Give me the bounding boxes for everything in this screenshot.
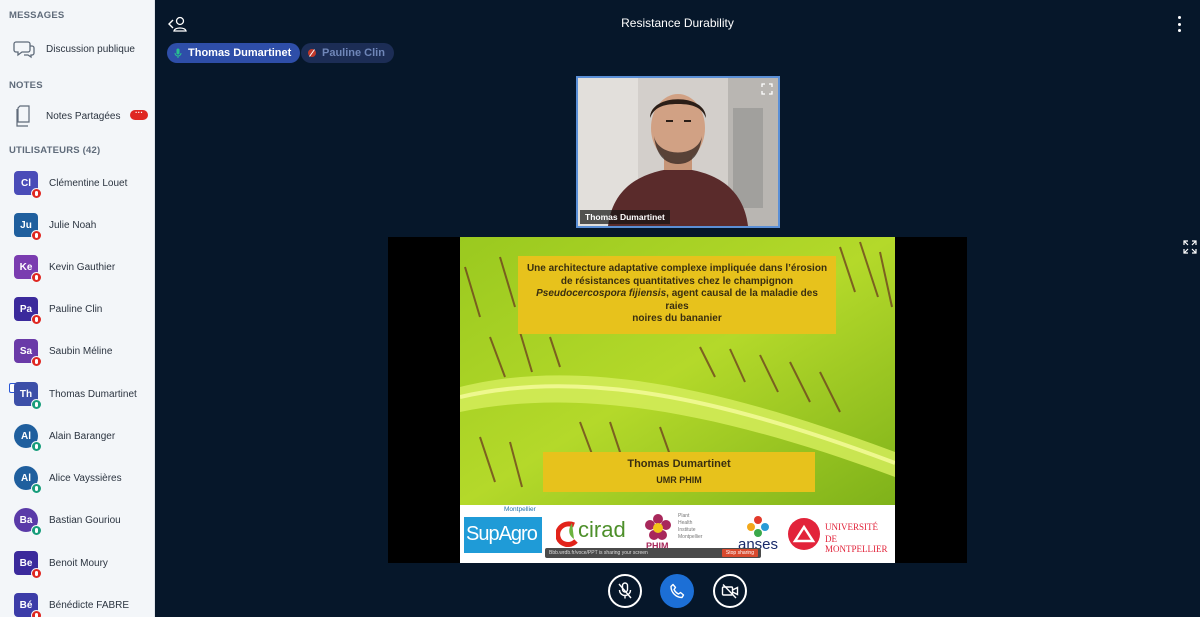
user-list-item[interactable]: Ke Kevin Gauthier [0,246,154,288]
talker-name: Thomas Dumartinet [188,47,292,59]
avatar: Ke [14,255,42,283]
supagro-logo: Montpellier SupAgro [464,506,542,553]
slide: Une architecture adaptative complexe imp… [460,237,895,563]
mic-icon [31,525,42,536]
header: Resistance Durability [155,0,1200,48]
user-list-item[interactable]: Al Alain Baranger [0,415,154,457]
talker-indicator-active[interactable]: Thomas Dumartinet [167,43,301,63]
user-name: Thomas Dumartinet [49,388,137,400]
muted-mic-icon [307,49,316,58]
avatar: Cl [14,171,42,199]
chat-icon [12,37,36,61]
user-name: Kevin Gauthier [49,261,116,273]
avatar: Al [14,424,42,452]
muted-mic-icon [31,272,42,283]
muted-mic-icon [31,314,42,325]
sharing-text: Bbb.wrdb.fr/voce/PPT is sharing your scr… [549,550,648,556]
slide-author-box: Thomas Dumartinet UMR PHIM [543,452,815,492]
messages-title: MESSAGES [9,10,65,21]
presentation-fullscreen-icon[interactable] [1183,240,1197,254]
user-name: Bastian Gouriou [49,514,121,526]
user-list-item[interactable]: Ba Bastian Gouriou [0,499,154,541]
user-name: Benoit Moury [49,557,108,569]
users-title: UTILISATEURS (42) [9,145,101,156]
camera-button[interactable] [713,574,747,608]
slide-affiliation: UMR PHIM [656,475,702,485]
mic-icon [173,48,182,58]
notes-icon [12,104,36,128]
user-list-item[interactable]: Bé Bénédicte FABRE [0,584,154,617]
audio-button[interactable] [660,574,694,608]
meeting-title: Resistance Durability [621,16,734,30]
user-list-item[interactable]: Th Thomas Dumartinet [0,373,154,415]
camera-off-icon [721,584,739,599]
slide-title-line2: de résistances quantitatives chez le cha… [560,275,794,287]
public-chat-label: Discussion publique [46,43,135,55]
muted-mic-icon [31,230,42,241]
fullscreen-icon[interactable] [761,83,773,95]
mic-off-icon [618,582,632,599]
avatar: Ju [14,213,42,241]
user-name: Pauline Clin [49,303,103,315]
presenter-video-feed [578,78,778,226]
mic-icon [31,441,42,452]
avatar: Ba [14,508,42,536]
avatar: Sa [14,339,42,367]
um-logo: UNIVERSITÉ DE MONTPELLIER [785,517,893,554]
talker-indicator-muted[interactable]: Pauline Clin [301,43,394,63]
slide-title-line1: Une architecture adaptative complexe imp… [526,263,828,274]
user-name: Clémentine Louet [49,177,128,189]
avatar: Al [14,466,42,494]
shared-notes-label: Notes Partagées [46,110,121,122]
user-list-item[interactable]: Be Benoit Moury [0,542,154,584]
user-list-item[interactable]: Sa Saubin Méline [0,330,154,372]
muted-mic-icon [31,188,42,199]
talker-name: Pauline Clin [322,47,385,59]
avatar: Be [14,551,42,579]
slide-author: Thomas Dumartinet [627,458,731,470]
screen-sharing-bar: Bbb.wrdb.fr/voce/PPT is sharing your scr… [545,548,761,558]
slide-title-line4: noires du bananier [632,313,722,324]
muted-mic-icon [31,610,42,617]
slide-title-line3: , agent causal de la maladie des raies [665,288,818,312]
avatar: Pa [14,297,42,325]
mic-icon [31,483,42,494]
webcam-name-label: Thomas Dumartinet [580,210,670,224]
stop-sharing-button[interactable]: Stop sharing [721,549,758,557]
notes-badge: ··· [130,109,148,120]
user-list-item[interactable]: Cl Clémentine Louet [0,162,154,204]
sidebar: MESSAGES Discussion publique NOTES Notes… [0,0,155,617]
muted-mic-icon [31,568,42,579]
user-list-item[interactable]: Pa Pauline Clin [0,288,154,330]
presentation-area: Une architecture adaptative complexe imp… [388,237,967,563]
more-options-button[interactable] [1178,16,1182,32]
mute-button[interactable] [608,574,642,608]
slide-title-box: Une architecture adaptative complexe imp… [518,256,836,334]
user-name: Bénédicte FABRE [49,599,130,611]
shared-notes-item[interactable]: Notes Partagées ··· [0,99,154,133]
avatar: Th [14,382,42,410]
mic-icon [31,399,42,410]
user-name: Julie Noah [49,219,97,231]
webcam-video[interactable]: Thomas Dumartinet [576,76,780,228]
muted-mic-icon [31,356,42,367]
public-chat-item[interactable]: Discussion publique [0,32,154,66]
notes-title: NOTES [9,80,43,91]
user-name: Alice Vayssières [49,472,122,484]
avatar: Bé [14,593,42,617]
slide-title-species: Pseudocercospora fijiensis [536,288,667,299]
user-list-item[interactable]: Ju Julie Noah [0,204,154,246]
user-list-item[interactable]: Al Alice Vayssières [0,457,154,499]
user-name: Saubin Méline [49,345,113,357]
user-name: Alain Baranger [49,430,116,442]
phone-icon [670,583,685,599]
